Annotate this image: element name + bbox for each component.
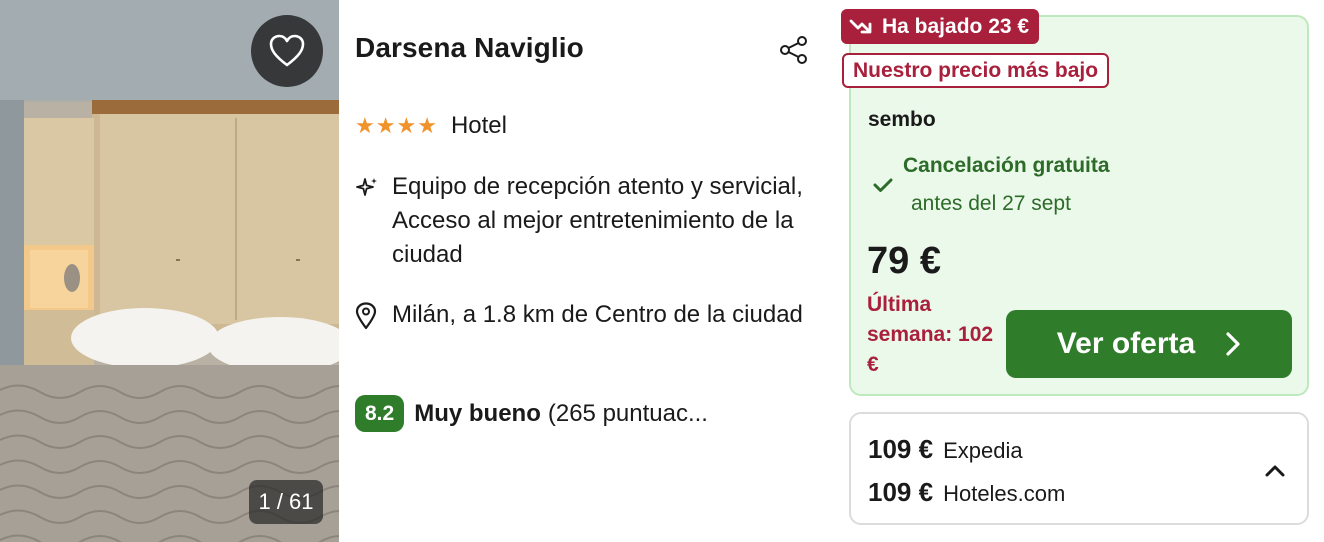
star-icon: ★ [396, 113, 417, 138]
photo-counter: 1 / 61 [249, 480, 323, 524]
review-label: Muy bueno [414, 399, 541, 427]
map-pin-icon [355, 302, 377, 330]
offer-price: 109 € [868, 477, 934, 507]
review-summary[interactable]: 8.2 Muy bueno (265 puntuac... [355, 395, 708, 432]
cancellation-deadline: antes del 27 sept [911, 192, 1071, 215]
price-drop-badge: Ha bajado 23 € [841, 9, 1040, 44]
cancellation-title: Cancelación gratuita [903, 154, 1110, 177]
last-week-price: Última semana: 102 € [867, 293, 994, 376]
star-icon: ★ [375, 113, 396, 138]
deal-provider: sembo [868, 108, 936, 131]
hotel-details: Darsena Naviglio ★ ★ ★ ★ Hotel Equipo de… [355, 0, 825, 542]
offer-row-expedia[interactable]: 109 € Expedia [868, 434, 1023, 465]
share-icon[interactable] [778, 34, 810, 66]
hotel-photo[interactable]: 1 / 61 [0, 0, 339, 542]
offer-row-hoteles[interactable]: 109 € Hoteles.com [868, 477, 1065, 508]
heart-icon [269, 34, 305, 67]
property-type: Hotel [450, 112, 507, 139]
feature-text: Equipo de recepción atento y servicial, … [392, 173, 803, 268]
chevron-up-icon[interactable] [1262, 458, 1288, 484]
sparkle-icon [356, 178, 377, 196]
star-rating: ★ ★ ★ ★ [355, 115, 437, 137]
review-count: (265 puntuac... [547, 399, 708, 427]
price-drop-text: Ha bajado 23 € [882, 14, 1030, 38]
offer-site: Expedia [943, 438, 1023, 463]
hotel-name[interactable]: Darsena Naviglio [355, 32, 584, 64]
chevron-right-icon [1226, 332, 1240, 356]
trending-down-icon [849, 19, 872, 33]
checkmark-icon [873, 178, 893, 192]
favorite-button[interactable] [251, 15, 323, 87]
offer-price: 109 € [868, 434, 934, 464]
location-row: Milán, a 1.8 km de Centro de la ciudad [355, 298, 815, 335]
star-icon: ★ [355, 113, 375, 138]
deal-price: 79 € [867, 240, 941, 282]
offer-site: Hoteles.com [943, 481, 1066, 506]
feature-highlights: Equipo de recepción atento y servicial, … [355, 170, 815, 272]
location-text: Milán, a 1.8 km de Centro de la ciudad [392, 301, 803, 328]
view-offer-label: Ver oferta [1056, 327, 1196, 360]
view-offer-button[interactable]: Ver oferta [1006, 310, 1292, 378]
other-offers-card: 109 € Expedia 109 € Hoteles.com [849, 412, 1309, 525]
lowest-price-badge: Nuestro precio más bajo [842, 53, 1110, 88]
rating-row: ★ ★ ★ ★ Hotel [355, 112, 507, 140]
star-icon: ★ [417, 113, 437, 138]
review-score-badge: 8.2 [355, 395, 405, 432]
